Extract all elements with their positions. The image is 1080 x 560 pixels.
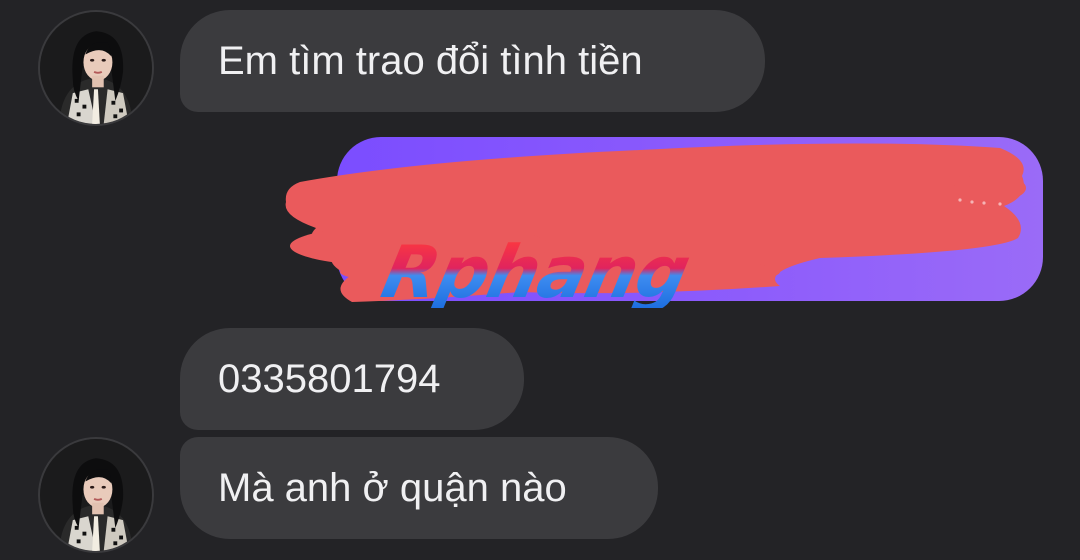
profile-photo-icon: [40, 12, 152, 124]
incoming-message[interactable]: Em tìm trao đổi tình tiền: [180, 10, 765, 112]
message-text: Mà anh ở quận nào: [218, 466, 567, 510]
incoming-message[interactable]: 0335801794: [180, 328, 524, 430]
profile-photo-icon: [40, 439, 152, 551]
message-text: Em tìm trao đổi tình tiền: [218, 39, 643, 83]
contact-avatar[interactable]: [38, 437, 154, 553]
incoming-message[interactable]: Mà anh ở quận nào: [180, 437, 658, 539]
message-text: 0335801794: [218, 357, 441, 401]
watermark-logo: Rphang: [375, 230, 697, 314]
contact-avatar[interactable]: [38, 10, 154, 126]
chat-conversation: Em tìm trao đổi tình tiền Rphang 0335801…: [0, 0, 1080, 560]
